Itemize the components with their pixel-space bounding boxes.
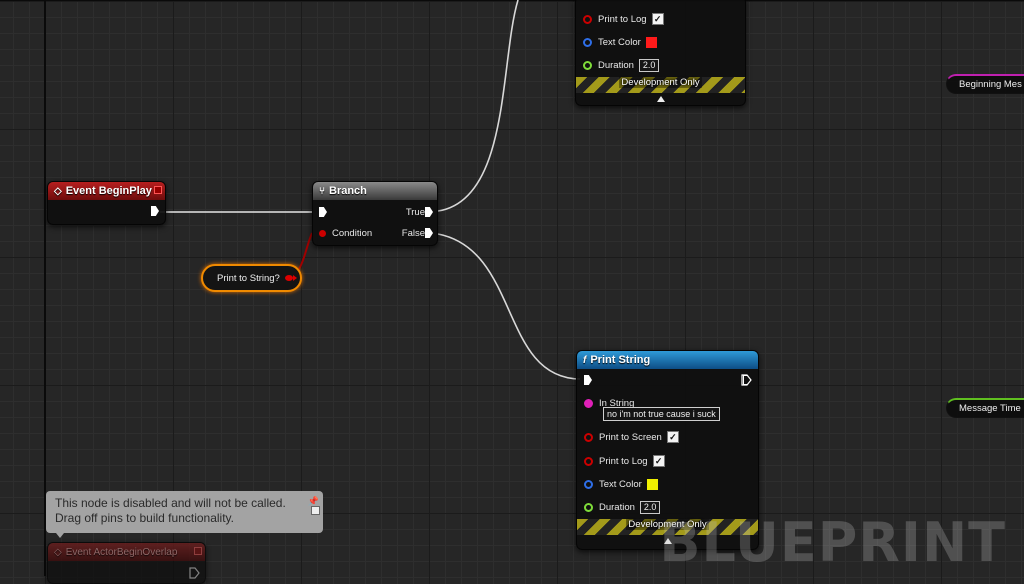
begin-play-exec-out-pin[interactable] xyxy=(151,206,159,216)
branch-true-label: True xyxy=(405,206,425,218)
print-string-header: f Print String xyxy=(577,351,758,369)
beginning-message-label: Beginning Mes xyxy=(959,79,1022,90)
event-begin-play-header: ◇ Event BeginPlay xyxy=(48,182,165,200)
top-duration-input[interactable]: 2.0 xyxy=(638,58,660,72)
text-color-swatch[interactable] xyxy=(646,478,658,490)
branch-icon: ⑂ xyxy=(319,185,325,197)
variable-output-pin[interactable] xyxy=(284,275,293,281)
top-print-to-log-label: Print to Log xyxy=(598,13,647,25)
print-to-screen-checkbox[interactable]: ✓ xyxy=(666,431,679,443)
text-color-label: Text Color xyxy=(599,478,642,490)
beginning-message-node[interactable]: Beginning Mes xyxy=(946,74,1024,94)
print-to-log-pin[interactable] xyxy=(584,456,593,466)
top-print-to-log-row: Print to Log ✓ xyxy=(583,11,664,27)
event-begin-play-node[interactable]: ◇ Event BeginPlay xyxy=(47,181,166,225)
wire-false-to-print-bottom xyxy=(437,233,581,380)
branch-title: Branch xyxy=(329,185,367,197)
event-delegate-pin[interactable] xyxy=(154,186,162,194)
print-to-log-checkbox[interactable]: ✓ xyxy=(652,455,665,467)
in-string-pin[interactable] xyxy=(584,398,593,408)
overlap-exec-out-pin[interactable] xyxy=(189,567,200,579)
function-f-icon: f xyxy=(583,354,587,366)
message-time-node[interactable]: Message Time xyxy=(946,398,1024,418)
branch-condition-label: Condition xyxy=(332,227,373,239)
duration-row: Duration 2.0 xyxy=(584,499,661,515)
overlap-delegate-pin[interactable] xyxy=(194,547,202,555)
branch-false-row: False xyxy=(402,225,425,241)
event-begin-play-title: Event BeginPlay xyxy=(65,185,152,197)
branch-exec-in-pin[interactable] xyxy=(319,207,327,217)
branch-header: ⑂ Branch xyxy=(313,182,437,200)
event-actor-begin-overlap-title: Event ActorBeginOverlap xyxy=(65,546,178,558)
top-development-only-label: Development Only xyxy=(619,77,702,88)
duration-pin[interactable] xyxy=(584,502,593,512)
event-actor-begin-overlap-header: ◇ Event ActorBeginOverlap xyxy=(48,543,205,561)
top-expand-arrow-icon[interactable] xyxy=(657,96,665,102)
tooltip-pointer-icon xyxy=(56,533,64,538)
text-color-pin[interactable] xyxy=(584,479,593,489)
in-string-input[interactable]: no i'm not true cause i suck xyxy=(603,407,720,421)
top-duration-row: Duration 2.0 xyxy=(583,57,660,73)
top-print-to-log-checkbox[interactable]: ✓ xyxy=(651,13,664,25)
top-text-color-swatch[interactable] xyxy=(645,36,657,48)
tooltip-line-2: Drag off pins to build functionality. xyxy=(55,511,234,525)
tooltip-doc-icon xyxy=(311,506,320,515)
print-string-title: Print String xyxy=(590,354,651,366)
branch-condition-row: Condition xyxy=(319,225,372,241)
event-actor-begin-overlap-node[interactable]: ◇ Event ActorBeginOverlap xyxy=(47,542,206,584)
event-diamond-icon: ◇ xyxy=(54,185,62,197)
print-string-top-node[interactable]: Print to Log ✓ Text Color Duration 2.0 D… xyxy=(575,0,746,106)
wire-true-to-print-top xyxy=(437,0,519,212)
print-string-exec-out-outline xyxy=(741,374,752,386)
top-duration-label: Duration xyxy=(598,59,634,71)
duration-label: Duration xyxy=(599,501,635,513)
message-time-label: Message Time xyxy=(959,403,1021,414)
top-print-to-log-pin[interactable] xyxy=(583,14,592,24)
branch-false-label: False xyxy=(401,227,425,239)
print-to-log-row: Print to Log ✓ xyxy=(584,453,665,469)
variable-pin-arrow xyxy=(292,275,297,281)
print-to-screen-pin[interactable] xyxy=(584,432,593,442)
variable-label: Print to String? xyxy=(217,272,280,284)
disabled-node-tooltip: This node is disabled and will not be ca… xyxy=(46,491,323,533)
branch-true-exec-pin[interactable] xyxy=(425,207,433,217)
branch-false-exec-pin[interactable] xyxy=(425,228,433,238)
top-text-color-label: Text Color xyxy=(598,36,641,48)
branch-node[interactable]: ⑂ Branch True Condition False xyxy=(312,181,438,246)
print-to-string-variable-node[interactable]: Print to String? xyxy=(201,264,302,292)
event-diamond-icon-disabled: ◇ xyxy=(54,546,62,558)
wire-layer xyxy=(160,0,581,380)
print-string-exec-in-pin[interactable] xyxy=(584,375,592,385)
print-to-log-label: Print to Log xyxy=(599,455,648,467)
tooltip-line-1: This node is disabled and will not be ca… xyxy=(55,496,286,510)
branch-true-row: True xyxy=(406,204,425,220)
blueprint-watermark: BLUEPRINT xyxy=(659,511,1006,574)
top-text-color-pin[interactable] xyxy=(583,37,592,47)
text-color-row: Text Color xyxy=(584,476,658,492)
print-to-screen-row: Print to Screen ✓ xyxy=(584,429,679,445)
condition-pin[interactable] xyxy=(319,229,326,237)
duration-input[interactable]: 2.0 xyxy=(639,500,661,514)
top-text-color-row: Text Color xyxy=(583,34,657,50)
print-to-screen-label: Print to Screen xyxy=(599,431,662,443)
top-development-only-bar: Development Only xyxy=(576,77,745,93)
top-duration-pin[interactable] xyxy=(583,60,592,70)
